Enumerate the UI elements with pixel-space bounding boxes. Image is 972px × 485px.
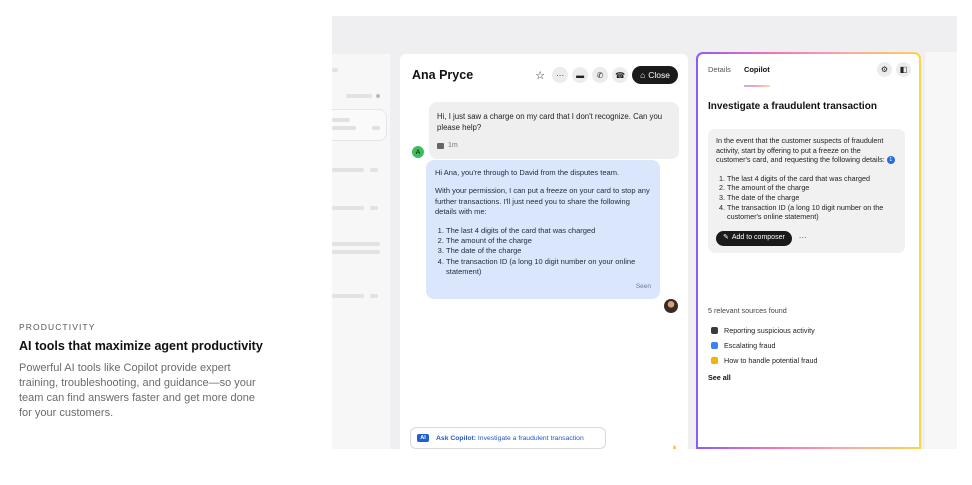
source-item[interactable]: Reporting suspicious activity	[711, 323, 818, 338]
ask-copilot-query: Investigate a fraudulent transaction	[477, 434, 584, 442]
pointer-cursor-icon: ☝	[663, 445, 680, 449]
chat-bubble-icon	[711, 342, 718, 349]
card-icon[interactable]: ▬	[572, 67, 589, 83]
pencil-icon: ✎	[723, 234, 729, 242]
inbox-list-pane	[332, 54, 390, 449]
message-meta: 1m	[437, 140, 671, 151]
agent-message-request: With your permission, I can put a freeze…	[435, 186, 650, 217]
tab-copilot[interactable]: Copilot	[743, 65, 770, 87]
close-conversation-button[interactable]: ⌂ Close	[632, 66, 678, 84]
settings-icon[interactable]: ⚙	[877, 62, 892, 77]
inbox-icon: ⌂	[640, 70, 646, 80]
call-icon[interactable]: ☎	[612, 67, 629, 83]
add-to-composer-label: Add to composer	[731, 234, 785, 242]
agent-message-greeting: Hi Ana, you're through to David from the…	[435, 168, 620, 177]
ask-copilot-prefix: Ask Copilot:	[436, 434, 477, 442]
more-icon[interactable]: ···	[552, 67, 569, 83]
copilot-answer-card: In the event that the customer suspects …	[708, 129, 905, 253]
list-item: The amount of the charge	[446, 236, 651, 246]
add-to-composer-button[interactable]: ✎ Add to composer	[716, 230, 792, 246]
tab-details[interactable]: Details	[708, 65, 731, 74]
sources-heading: 5 relevant sources found	[708, 306, 787, 315]
copilot-panel: Details Copilot ⚙ ◧ Investigate a fraudu…	[696, 52, 921, 449]
customer-message: Hi, I just saw a charge on my card that …	[429, 102, 679, 159]
lock-icon	[711, 357, 718, 364]
seen-status: Seen	[635, 282, 651, 290]
copilot-answer-title: Investigate a fraudulent transaction	[708, 101, 877, 112]
promo-title: AI tools that maximize agent productivit…	[19, 339, 263, 353]
sources-list: Reporting suspicious activity Escalating…	[711, 323, 818, 368]
close-button-label: Close	[648, 70, 670, 80]
list-item: The last 4 digits of the card that was c…	[727, 174, 897, 184]
source-item[interactable]: Escalating fraud	[711, 338, 818, 353]
panel-actions: ⚙ ◧	[877, 62, 911, 77]
promo-body: Powerful AI tools like Copilot provide e…	[19, 362, 256, 419]
skeleton-line	[346, 94, 372, 98]
list-item: The amount of the charge	[727, 183, 897, 193]
skeleton-line	[332, 294, 364, 298]
conversation-pane: Ana Pryce ☆ ··· ▬ ✆ ☎ ⌂ Close Hi, I just…	[400, 54, 688, 449]
card-actions: ✎ Add to composer ···	[716, 230, 897, 246]
source-item[interactable]: How to handle potential fraud	[711, 353, 818, 368]
message-time: 1m	[448, 142, 458, 149]
source-label: Reporting suspicious activity	[724, 326, 815, 335]
app-screenshot-frame: Ana Pryce ☆ ··· ▬ ✆ ☎ ⌂ Close Hi, I just…	[332, 16, 957, 449]
promo-section: PRODUCTIVITY AI tools that maximize agen…	[19, 322, 269, 421]
ask-copilot-text: Ask Copilot: Investigate a fraudulent tr…	[436, 435, 584, 442]
list-item: The transaction ID (a long 10 digit numb…	[446, 257, 651, 278]
source-label: How to handle potential fraud	[724, 356, 818, 365]
panel-toggle-icon[interactable]: ◧	[896, 62, 911, 77]
skeleton-line	[332, 242, 380, 246]
skeleton-line	[332, 206, 364, 210]
agent-avatar	[664, 299, 678, 313]
customer-name: Ana Pryce	[412, 68, 474, 82]
see-all-link[interactable]: See all	[708, 373, 731, 382]
chevron-down-icon	[376, 94, 380, 98]
list-item: The last 4 digits of the card that was c…	[446, 226, 651, 236]
source-label: Escalating fraud	[724, 341, 776, 350]
article-icon	[711, 327, 718, 334]
agent-message: Hi Ana, you're through to David from the…	[426, 160, 660, 300]
list-item: The transaction ID (a long 10 digit numb…	[727, 203, 897, 222]
phone-icon[interactable]: ✆	[592, 67, 609, 83]
copilot-intro: In the event that the customer suspects …	[716, 136, 897, 165]
skeleton-line	[332, 168, 364, 172]
agent-message-list: The last 4 digits of the card that was c…	[435, 226, 651, 278]
more-options-icon[interactable]: ···	[799, 233, 807, 243]
conversation-header: Ana Pryce ☆ ··· ▬ ✆ ☎ ⌂ Close	[412, 64, 678, 86]
skeleton-line	[332, 68, 338, 72]
list-item: The date of the charge	[727, 193, 897, 203]
source-marker-icon[interactable]: 1	[886, 156, 895, 165]
ask-copilot-suggestion[interactable]: AI Ask Copilot: Investigate a fraudulent…	[410, 427, 606, 449]
skeleton-card	[332, 109, 387, 141]
copilot-steps-list: The last 4 digits of the card that was c…	[716, 174, 897, 222]
copilot-intro-text: In the event that the customer suspects …	[716, 136, 885, 165]
customer-message-text: Hi, I just saw a charge on my card that …	[437, 112, 663, 132]
list-item: The date of the charge	[446, 246, 651, 256]
star-icon[interactable]: ☆	[532, 67, 548, 83]
customer-avatar: A	[412, 146, 424, 158]
header-actions: ☆ ··· ▬ ✆ ☎ ⌂ Close	[532, 66, 678, 84]
right-edge-pane	[925, 52, 957, 449]
ai-chip-icon: AI	[417, 434, 429, 442]
chat-icon	[437, 142, 444, 149]
promo-eyebrow: PRODUCTIVITY	[19, 322, 96, 332]
panel-tabs: Details Copilot	[708, 65, 770, 87]
